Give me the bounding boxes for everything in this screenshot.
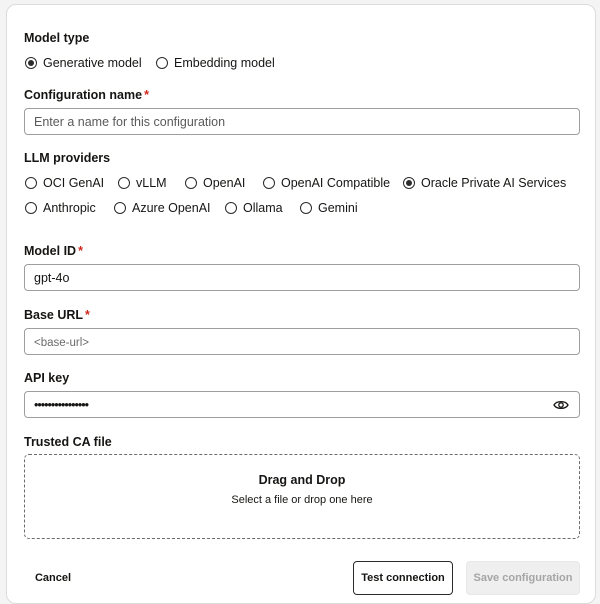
configuration-name-label: Configuration name * — [24, 88, 149, 102]
radio-circle[interactable] — [225, 202, 237, 214]
radio-circle[interactable] — [300, 202, 312, 214]
dropzone-title: Drag and Drop — [258, 473, 346, 487]
radio-label: Embedding model — [174, 56, 275, 70]
radio-vllm[interactable]: vLLM — [118, 176, 167, 190]
model-id-field[interactable] — [24, 264, 580, 291]
radio-oci-genai[interactable]: OCI GenAI — [25, 176, 104, 190]
api-key-label: API key — [24, 371, 70, 385]
radio-generative-model[interactable]: Generative model — [25, 56, 142, 70]
base-url-field[interactable] — [24, 328, 580, 355]
api-key-input[interactable] — [25, 392, 579, 417]
radio-circle[interactable] — [25, 202, 37, 214]
radio-label: Gemini — [318, 201, 358, 215]
model-id-label: Model ID * — [24, 244, 83, 258]
model-id-label-text: Model ID — [24, 244, 77, 258]
cancel-button[interactable]: Cancel — [24, 561, 82, 595]
radio-oracle-private-ai-services[interactable]: Oracle Private AI Services — [403, 176, 566, 190]
dropzone-subtitle: Select a file or drop one here — [231, 494, 373, 506]
radio-ollama[interactable]: Ollama — [225, 201, 283, 215]
radio-circle[interactable] — [185, 177, 197, 189]
radio-circle[interactable] — [25, 57, 37, 69]
radio-openai[interactable]: OpenAI — [185, 176, 245, 190]
base-url-label-text: Base URL — [24, 308, 84, 322]
configuration-name-input[interactable] — [25, 109, 579, 134]
radio-circle[interactable] — [263, 177, 275, 189]
radio-label: OpenAI Compatible — [281, 176, 391, 190]
radio-label: Ollama — [243, 201, 283, 215]
save-configuration-button[interactable]: Save configuration — [466, 561, 580, 595]
required-mark: * — [85, 308, 90, 322]
api-key-field[interactable] — [24, 391, 580, 418]
llm-providers-label: LLM providers — [24, 151, 111, 165]
base-url-label: Base URL * — [24, 308, 90, 322]
trusted-ca-file-label: Trusted CA file — [24, 435, 112, 449]
radio-circle[interactable] — [156, 57, 168, 69]
radio-label: Generative model — [43, 56, 142, 70]
radio-circle[interactable] — [114, 202, 126, 214]
radio-label: OpenAI — [203, 176, 246, 190]
radio-label: Oracle Private AI Services — [421, 176, 567, 190]
required-mark: * — [78, 244, 83, 258]
test-connection-button[interactable]: Test connection — [353, 561, 453, 595]
configuration-name-field[interactable] — [24, 108, 580, 135]
radio-label: vLLM — [136, 176, 167, 190]
required-mark: * — [144, 88, 149, 102]
radio-embedding-model[interactable]: Embedding model — [156, 56, 275, 70]
radio-circle[interactable] — [25, 177, 37, 189]
file-dropzone[interactable]: Drag and Drop Select a file or drop one … — [24, 454, 580, 539]
radio-gemini[interactable]: Gemini — [300, 201, 358, 215]
radio-openai-compatible[interactable]: OpenAI Compatible — [263, 176, 390, 190]
radio-circle[interactable] — [403, 177, 415, 189]
radio-azure-openai[interactable]: Azure OpenAI — [114, 201, 211, 215]
radio-anthropic[interactable]: Anthropic — [25, 201, 96, 215]
radio-label: Azure OpenAI — [132, 201, 211, 215]
radio-label: OCI GenAI — [43, 176, 105, 190]
eye-icon[interactable] — [553, 398, 569, 412]
radio-label: Anthropic — [43, 201, 96, 215]
configuration-name-label-text: Configuration name — [24, 88, 143, 102]
base-url-input[interactable] — [25, 329, 579, 354]
radio-circle[interactable] — [118, 177, 130, 189]
model-type-label: Model type — [24, 31, 90, 45]
model-id-input[interactable] — [25, 265, 579, 290]
